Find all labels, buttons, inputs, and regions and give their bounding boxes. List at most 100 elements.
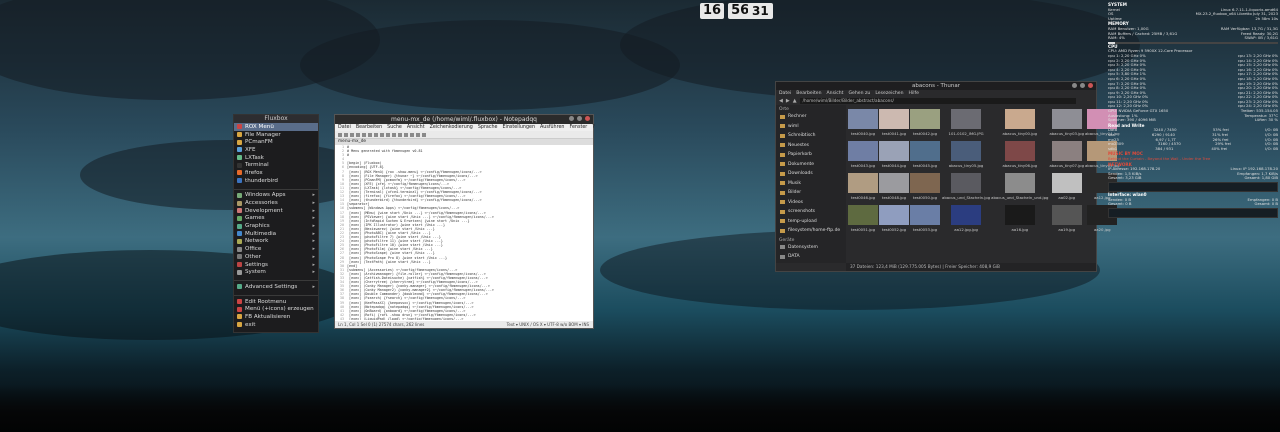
sidebar-item-videos[interactable]: Videos bbox=[776, 198, 846, 208]
menu-item-edit-rootmenu[interactable]: Edit Rootmenu bbox=[234, 298, 318, 306]
cut-icon[interactable] bbox=[374, 132, 378, 137]
copy-icon[interactable] bbox=[380, 132, 384, 137]
file-item[interactable]: test0046.jpg bbox=[848, 173, 878, 204]
notepadqq-titlebar[interactable]: menu-mx_de (/home/wiml/.fluxbox) - Notep… bbox=[335, 115, 593, 124]
zoom-in-icon[interactable] bbox=[416, 132, 420, 137]
sidebar-item-screenshots[interactable]: screenshots bbox=[776, 207, 846, 217]
sidebar-item-bilder[interactable]: Bilder bbox=[776, 188, 846, 198]
sidebar-item-wiml[interactable]: wiml bbox=[776, 122, 846, 132]
file-item[interactable]: test0040.jpg bbox=[848, 109, 878, 140]
menu-9[interactable]: ? bbox=[592, 124, 595, 131]
menu-item-advanced-settings[interactable]: Advanced Settings ▸ bbox=[234, 283, 318, 291]
replace-icon[interactable] bbox=[410, 132, 414, 137]
menu-item-terminal[interactable]: Terminal bbox=[234, 161, 318, 169]
location-path[interactable]: /home/wiml/Bilder/Bilder_abstract/abacon… bbox=[799, 98, 1076, 104]
menu-5[interactable]: Sprache bbox=[478, 124, 498, 131]
sidebar-item-temp-upload[interactable]: temp-upload bbox=[776, 217, 846, 227]
file-item[interactable]: test0045.jpg bbox=[910, 141, 940, 172]
new-file-icon[interactable] bbox=[338, 132, 342, 137]
sidebar-item-filesystem-home-ftp-de[interactable]: filesystem/home-ftp.de bbox=[776, 226, 846, 236]
save-all-icon[interactable] bbox=[356, 132, 360, 137]
file-item[interactable]: 101-0102_IMG.JPG bbox=[942, 109, 990, 140]
menu-0[interactable]: Datei bbox=[338, 124, 351, 131]
file-item[interactable]: abacus_und_Stacheln.jpg bbox=[942, 173, 990, 204]
menu-item-fb-aktualisieren[interactable]: FB Aktualisieren bbox=[234, 313, 318, 321]
menu-1[interactable]: Bearbeiten bbox=[796, 90, 821, 97]
maximize-button[interactable] bbox=[1080, 83, 1085, 88]
menu-4[interactable]: Zeichenkodierung bbox=[430, 124, 473, 131]
file-item[interactable]: abacus_tiny05.jpg bbox=[942, 141, 990, 172]
menu-2[interactable]: Suche bbox=[387, 124, 402, 131]
menu-item-accessories[interactable]: Accessories ▸ bbox=[234, 199, 318, 207]
menu-item-multimedia[interactable]: Multimedia ▸ bbox=[234, 230, 318, 238]
file-item[interactable]: abacus_tiny03.jpg bbox=[1049, 109, 1084, 140]
file-item[interactable]: aa16.jpg bbox=[991, 205, 1048, 236]
menu-item-exit[interactable]: exit bbox=[234, 321, 318, 329]
menu-item-firefox[interactable]: firefox bbox=[234, 169, 318, 177]
sidebar-item-schreibtisch[interactable]: Schreibtisch bbox=[776, 131, 846, 141]
close-button[interactable] bbox=[1088, 83, 1093, 88]
menu-item-xfe[interactable]: XFE bbox=[234, 146, 318, 154]
minimize-button[interactable] bbox=[569, 116, 574, 121]
sidebar-item-rechner[interactable]: Rechner bbox=[776, 112, 846, 122]
file-item[interactable]: aa19.jpg bbox=[1049, 205, 1084, 236]
file-item[interactable]: aa12.jpg.jpg bbox=[942, 205, 990, 236]
sidebar-item-neuestes[interactable]: Neuestes bbox=[776, 141, 846, 151]
file-item[interactable]: test0048.jpg bbox=[879, 173, 909, 204]
menu-6[interactable]: Einstellungen bbox=[502, 124, 535, 131]
forward-icon[interactable]: ▶ bbox=[786, 98, 790, 104]
menu-3[interactable]: Ansicht bbox=[407, 124, 425, 131]
file-item[interactable]: test0050.jpg bbox=[910, 173, 940, 204]
menu-1[interactable]: Bearbeiten bbox=[356, 124, 382, 131]
maximize-button[interactable] bbox=[577, 116, 582, 121]
device-item-datensystem[interactable]: Datensystem bbox=[776, 243, 846, 253]
close-file-icon[interactable] bbox=[362, 132, 366, 137]
file-item[interactable]: test0051.jpg bbox=[848, 205, 878, 236]
open-file-icon[interactable] bbox=[344, 132, 348, 137]
notepadqq-window[interactable]: menu-mx_de (/home/wiml/.fluxbox) - Notep… bbox=[334, 114, 595, 329]
menu-8[interactable]: Fenster bbox=[569, 124, 587, 131]
file-item[interactable]: test0043.jpg bbox=[848, 141, 878, 172]
sidebar-item-musik[interactable]: Musik bbox=[776, 179, 846, 189]
menu-item-other[interactable]: Other ▸ bbox=[234, 253, 318, 261]
file-item[interactable]: aa02.jpg bbox=[1049, 173, 1084, 204]
code-editor[interactable]: 1 #2 # Menu generated with fbmenugen v0.81… bbox=[335, 145, 593, 320]
file-item[interactable]: abacus_tiny06.jpg bbox=[991, 141, 1048, 172]
thunar-titlebar[interactable]: abacons - Thunar bbox=[776, 82, 1096, 90]
menu-7[interactable]: Ausführen bbox=[540, 124, 564, 131]
menu-item-file-manager[interactable]: File Manager bbox=[234, 131, 318, 139]
menu-item-men-icons-erzeugen[interactable]: Menü (+icons) erzeugen bbox=[234, 305, 318, 313]
undo-icon[interactable] bbox=[392, 132, 396, 137]
menu-item-lxtask[interactable]: LXTask bbox=[234, 154, 318, 162]
redo-icon[interactable] bbox=[398, 132, 402, 137]
file-item[interactable]: test0053.jpg bbox=[910, 205, 940, 236]
menu-item-windows-apps[interactable]: Windows Apps ▸ bbox=[234, 192, 318, 200]
menu-item-games[interactable]: Games ▸ bbox=[234, 215, 318, 223]
save-icon[interactable] bbox=[350, 132, 354, 137]
menu-item-thunderbird[interactable]: thunderbird bbox=[234, 177, 318, 185]
file-item[interactable]: test0042.jpg bbox=[910, 109, 940, 140]
file-item[interactable]: abacus_tiny07.jpg bbox=[1049, 141, 1084, 172]
sidebar-item-downloads[interactable]: Downloads bbox=[776, 169, 846, 179]
minimize-button[interactable] bbox=[1072, 83, 1077, 88]
menu-0[interactable]: Datei bbox=[779, 90, 791, 97]
menu-item-development[interactable]: Development ▸ bbox=[234, 207, 318, 215]
sidebar-item-papierkorb[interactable]: Papierkorb bbox=[776, 150, 846, 160]
print-icon[interactable] bbox=[368, 132, 372, 137]
menu-item-rox-men[interactable]: ROX Menü bbox=[234, 123, 318, 131]
menu-item-graphics[interactable]: Graphics ▸ bbox=[234, 222, 318, 230]
file-item[interactable]: abacus_und_Stacheln_und.jpg bbox=[991, 173, 1048, 204]
thunar-window[interactable]: abacons - Thunar Datei Bearbeiten Ansicht G… bbox=[775, 81, 1120, 272]
search-icon[interactable] bbox=[404, 132, 408, 137]
menu-4[interactable]: Lesezeichen bbox=[875, 90, 903, 97]
file-item[interactable]: test0044.jpg bbox=[879, 141, 909, 172]
zoom-out-icon[interactable] bbox=[422, 132, 426, 137]
close-button[interactable] bbox=[585, 116, 590, 121]
menu-item-pcmanfm[interactable]: PCmanFM bbox=[234, 138, 318, 146]
sidebar-item-dokumente[interactable]: Dokumente bbox=[776, 160, 846, 170]
device-item-data[interactable]: DATA bbox=[776, 252, 846, 262]
file-item[interactable]: test0041.jpg bbox=[879, 109, 909, 140]
paste-icon[interactable] bbox=[386, 132, 390, 137]
menu-item-office[interactable]: Office ▸ bbox=[234, 245, 318, 253]
menu-5[interactable]: Hilfe bbox=[909, 90, 919, 97]
